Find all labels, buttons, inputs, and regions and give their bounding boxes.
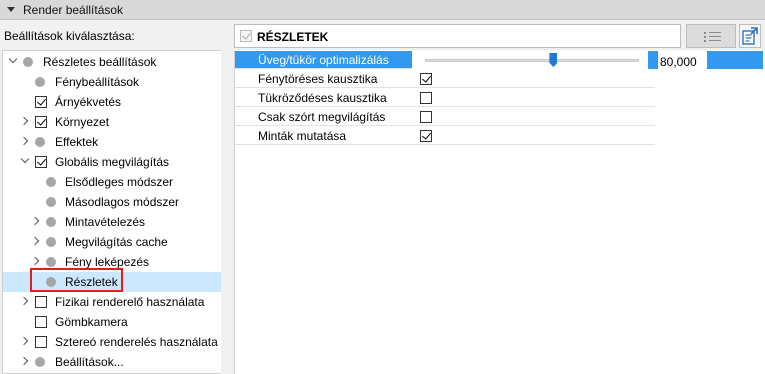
slider-thumb[interactable] — [549, 53, 558, 67]
tree-checkbox[interactable] — [35, 96, 47, 108]
tree-item-label: Fény leképezés — [65, 255, 150, 269]
chevron-right-icon[interactable] — [19, 116, 29, 126]
setting-checkbox[interactable] — [420, 111, 432, 123]
section-checkbox[interactable] — [240, 30, 252, 42]
tree-item-arnyekvetes[interactable]: Árnyékvetés — [3, 92, 221, 112]
tree-item-label: Sztereó renderelés használata — [55, 335, 218, 349]
tree-item-label: Mintavételezés — [65, 215, 146, 229]
tree-item-globalis-megvilagitas[interactable]: Globális megvilágítás — [3, 152, 221, 172]
bullet-icon — [46, 217, 56, 227]
tree-checkbox[interactable] — [35, 316, 47, 328]
tree-checkbox[interactable] — [35, 336, 47, 348]
tree-item-reszletes-beallitasok[interactable]: Részletes beállítások — [3, 52, 221, 72]
setting-label: Fénytöréses kausztika — [258, 72, 378, 86]
bullet-icon — [35, 137, 45, 147]
tree-item-label: Beállítások... — [55, 355, 124, 369]
chevron-right-icon[interactable] — [19, 356, 29, 366]
selection-highlight-box — [30, 268, 123, 292]
bullet-icon — [46, 237, 56, 247]
tree-checkbox[interactable] — [35, 116, 47, 128]
tree-item-label: Részletes beállítások — [43, 55, 157, 69]
tree-item-elsodleges-modszer[interactable]: Elsődleges módszer — [3, 172, 221, 192]
details-panel: Üveg/tükör optimalizálás 80,000 Fénytörése… — [234, 50, 765, 374]
bullet-icon — [46, 197, 56, 207]
tree-item-label: Gömbkamera — [55, 315, 128, 329]
bullet-icon — [35, 77, 45, 87]
tree-item-label: Másodlagos módszer — [65, 195, 180, 209]
section-title: RÉSZLETEK — [257, 30, 329, 44]
setting-row-uveg-tukor-optimalizalas[interactable]: Üveg/tükör optimalizálás — [235, 51, 412, 69]
bullet-icon — [46, 257, 56, 267]
header-title: Render beállítások — [23, 2, 124, 17]
setting-row-fenytoreses-kausztika[interactable]: Fénytöréses kausztika — [235, 70, 655, 88]
tree-item-masodlagos-modszer[interactable]: Másodlagos módszer — [3, 192, 221, 212]
tree-item-megvilagitas-cache[interactable]: Megvilágítás cache — [3, 232, 221, 252]
setting-row-mintak-mutatasa[interactable]: Minták mutatása — [235, 127, 655, 145]
chevron-right-icon[interactable] — [30, 256, 40, 266]
tree-item-fizikai-renderelo-hasznalata[interactable]: Fizikai renderelő használata — [3, 292, 221, 312]
setting-checkbox[interactable] — [420, 73, 432, 85]
tree-item-label: Globális megvilágítás — [55, 155, 170, 169]
chevron-right-icon[interactable] — [30, 216, 40, 226]
tree-item-label: Árnyékvetés — [55, 95, 122, 109]
list-settings-button[interactable] — [686, 24, 736, 48]
collapse-arrow-icon[interactable] — [7, 7, 15, 12]
tree-item-label: Környezet — [55, 115, 110, 129]
value-highlight — [707, 51, 763, 69]
chevron-right-icon[interactable] — [30, 236, 40, 246]
setting-label: Csak szórt megvilágítás — [258, 110, 386, 124]
export-button[interactable] — [739, 24, 761, 48]
tree-checkbox[interactable] — [35, 156, 47, 168]
tree-item-gombkamera[interactable]: Gömbkamera — [3, 312, 221, 332]
value-marker — [648, 51, 658, 69]
setting-label: Minták mutatása — [258, 129, 347, 143]
setting-row-csak-szort-megvilagitas[interactable]: Csak szórt megvilágítás — [235, 108, 655, 126]
tree-item-effektek[interactable]: Effektek — [3, 132, 221, 152]
render-settings-header[interactable]: Render beállítások — [0, 0, 765, 20]
tree-item-label: Megvilágítás cache — [65, 235, 168, 249]
tree-item-label: Effektek — [55, 135, 99, 149]
bullet-icon — [35, 357, 45, 367]
tree-item-kornyezet[interactable]: Környezet — [3, 112, 221, 132]
slider-value-input[interactable]: 80,000 — [660, 55, 697, 69]
tree-item-mintavetelezes[interactable]: Mintavételezés — [3, 212, 221, 232]
section-header: RÉSZLETEK — [234, 24, 681, 48]
chevron-down-icon[interactable] — [20, 154, 30, 164]
setting-label: Üveg/tükör optimalizálás — [258, 53, 389, 67]
tree-item-label: Fizikai renderelő használata — [55, 295, 205, 309]
tree-item-fenybeallitasok[interactable]: Fénybeállítások — [3, 72, 221, 92]
tree-item-label: Fénybeállítások — [55, 75, 140, 89]
tree-checkbox[interactable] — [35, 296, 47, 308]
chevron-right-icon[interactable] — [19, 136, 29, 146]
bullet-icon — [46, 177, 56, 187]
setting-row-tukrozodeses-kausztika[interactable]: Tükröződéses kausztika — [235, 89, 655, 107]
chevron-right-icon[interactable] — [19, 296, 29, 306]
setting-checkbox[interactable] — [420, 92, 432, 104]
chevron-down-icon[interactable] — [8, 54, 18, 64]
tree-item-beallitasok[interactable]: Beállítások... — [3, 352, 221, 372]
slider-track[interactable] — [425, 59, 639, 62]
chevron-right-icon[interactable] — [19, 336, 29, 346]
export-icon — [742, 27, 758, 45]
selector-label: Beállítások kiválasztása: — [4, 29, 135, 43]
setting-checkbox[interactable] — [420, 130, 432, 142]
bullet-icon — [23, 57, 33, 67]
setting-label: Tükröződéses kausztika — [258, 91, 387, 105]
settings-tree[interactable]: Részletes beállítások Fénybeállítások Árny… — [2, 50, 221, 374]
tree-item-label: Elsődleges módszer — [65, 175, 174, 189]
tree-item-sztereo-rendereles-hasznalata[interactable]: Sztereó renderelés használata — [3, 332, 221, 352]
